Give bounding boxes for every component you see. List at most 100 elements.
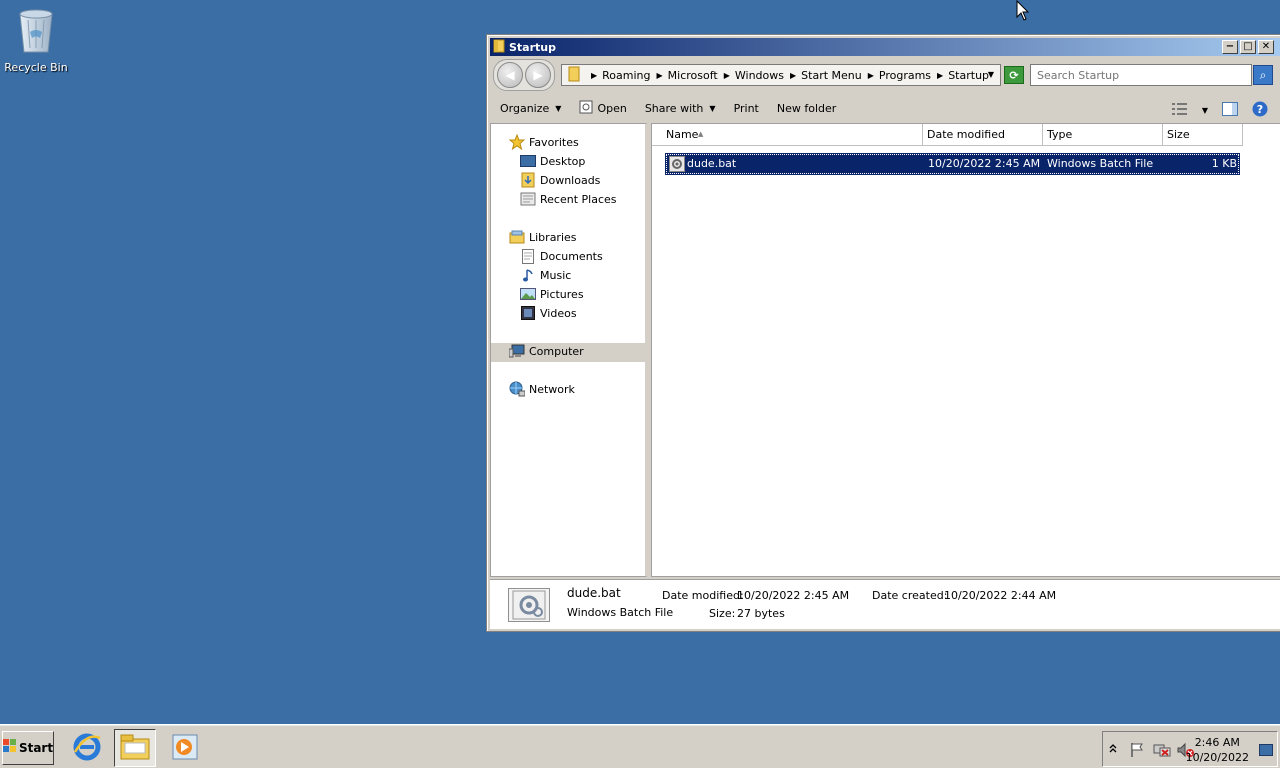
open-button[interactable]: Open [579, 100, 627, 117]
taskbar-windows-explorer[interactable] [114, 729, 156, 767]
nav-item-network[interactable]: Network [509, 381, 575, 397]
address-bar[interactable]: ▶ Roaming ▶ Microsoft ▶ Windows ▶ Start Menu… [561, 64, 1001, 86]
details-date-created: 10/20/2022 2:44 AM [944, 589, 1057, 602]
search-button[interactable]: ⌕ [1253, 65, 1273, 85]
chevron-down-icon: ▼ [555, 103, 562, 113]
view-options-icon[interactable] [1171, 103, 1188, 118]
close-button[interactable]: ✕ [1258, 40, 1274, 54]
nav-item-pictures[interactable]: Pictures [520, 287, 584, 301]
desktop-icon-recycle-bin[interactable]: Recycle Bin [4, 6, 68, 74]
forward-button[interactable]: ▶ [525, 62, 551, 88]
command-bar: Organize ▼ Open Share with ▼ Print New fol… [490, 93, 1280, 123]
refresh-button[interactable]: ⟳ [1004, 66, 1024, 84]
batch-file-icon [508, 588, 550, 622]
taskbar-media-player[interactable] [164, 729, 206, 767]
show-desktop-icon[interactable] [1259, 744, 1273, 759]
taskbar-internet-explorer[interactable] [66, 729, 108, 767]
breadcrumb-label: Programs [878, 68, 932, 82]
column-header-date-modified[interactable]: Date modified [923, 124, 1043, 146]
share-with-button[interactable]: Share with ▼ [645, 102, 716, 115]
breadcrumb-start-menu[interactable]: ▶ Start Menu [787, 69, 865, 82]
breadcrumb-microsoft[interactable]: ▶ Microsoft [654, 69, 721, 82]
nav-item-desktop[interactable]: Desktop [520, 154, 585, 168]
mouse-cursor-icon [1016, 0, 1030, 25]
view-dropdown-icon[interactable]: ▼ [1202, 106, 1208, 115]
maximize-button[interactable]: □ [1240, 40, 1256, 54]
file-date-modified: 10/20/2022 2:45 AM [928, 157, 1041, 170]
breadcrumb-separator-icon: ▶ [656, 70, 663, 80]
column-header-name[interactable]: Name ▲ [652, 124, 923, 146]
clock-date: 10/20/2022 [1185, 751, 1249, 764]
breadcrumb-startup[interactable]: ▶ Startup [934, 69, 992, 82]
breadcrumb-label: Microsoft [667, 68, 718, 82]
column-header-label: Type [1047, 128, 1073, 141]
details-file-type: Windows Batch File [567, 606, 674, 619]
back-button[interactable]: ◀ [497, 62, 523, 88]
windows-explorer-icon [119, 733, 151, 764]
nav-label: Downloads [540, 173, 601, 187]
preview-pane-icon[interactable] [1222, 102, 1238, 119]
column-header-size[interactable]: Size [1163, 124, 1243, 146]
refresh-icon: ⟳ [1009, 68, 1019, 82]
file-type: Windows Batch File [1047, 157, 1154, 170]
forward-arrow-icon: ▶ [533, 68, 543, 82]
svg-text:?: ? [1257, 103, 1263, 116]
open-label: Open [597, 101, 627, 115]
title-bar[interactable]: Startup − □ ✕ [490, 38, 1280, 56]
print-button[interactable]: Print [734, 102, 759, 115]
breadcrumb-programs[interactable]: ▶ Programs [865, 69, 934, 82]
nav-item-recent-places[interactable]: Recent Places [520, 192, 617, 206]
details-file-name: dude.bat [567, 586, 621, 600]
print-label: Print [733, 101, 759, 115]
column-header-label: Size [1167, 128, 1190, 141]
nav-label: Documents [540, 249, 603, 263]
breadcrumb-windows[interactable]: ▶ Windows [721, 69, 787, 82]
explorer-window: Startup − □ ✕ ◀ ▶ ▶ Roaming ▶ Microsoft ▶ W… [486, 34, 1280, 632]
clock-time: 2:46 AM [1194, 736, 1240, 749]
pictures-icon [520, 287, 536, 301]
open-icon [579, 100, 593, 117]
system-tray: 2:46 AM 10/20/2022 [1102, 731, 1278, 767]
breadcrumb-label: Start Menu [801, 68, 862, 82]
show-hidden-icons-chevron-icon[interactable] [1109, 742, 1117, 756]
details-date-modified-label: Date modified: [662, 589, 744, 602]
nav-item-favorites[interactable]: Favorites [509, 134, 579, 150]
nav-item-videos[interactable]: Videos [520, 306, 577, 320]
windows-logo-icon [2, 739, 17, 757]
star-icon [509, 134, 525, 150]
minimize-button[interactable]: − [1222, 40, 1238, 54]
search-icon: ⌕ [1259, 67, 1267, 82]
column-header-type[interactable]: Type [1043, 124, 1163, 146]
nav-label: Favorites [529, 135, 579, 149]
start-label: Start [18, 741, 54, 755]
back-arrow-icon: ◀ [505, 68, 515, 82]
breadcrumb-roaming[interactable]: ▶ Roaming [588, 69, 654, 82]
file-row[interactable]: dude.bat 10/20/2022 2:45 AM Windows Batc… [665, 153, 1240, 175]
file-name: dude.bat [687, 157, 737, 170]
nav-label: Computer [529, 344, 584, 358]
desktop-icon [520, 154, 536, 168]
nav-item-libraries[interactable]: Libraries [509, 230, 577, 244]
nav-item-documents[interactable]: Documents [520, 248, 603, 264]
help-icon[interactable]: ? [1252, 101, 1268, 120]
network-status-icon[interactable] [1153, 742, 1171, 761]
nav-label: Network [529, 382, 575, 396]
documents-icon [520, 248, 536, 264]
organize-button[interactable]: Organize ▼ [500, 102, 561, 115]
new-folder-button[interactable]: New folder [777, 102, 836, 115]
file-size: 1 KB [1211, 157, 1237, 170]
breadcrumb-separator-icon: ▶ [937, 70, 944, 80]
search-input[interactable] [1030, 64, 1252, 86]
action-center-flag-icon[interactable] [1129, 742, 1145, 761]
address-dropdown-icon[interactable]: ▼ [988, 70, 994, 79]
details-pane: dude.bat Windows Batch File Date modifie… [490, 579, 1280, 629]
address-row: ◀ ▶ ▶ Roaming ▶ Microsoft ▶ Windows ▶ Start … [490, 59, 1280, 91]
nav-item-music[interactable]: Music [520, 268, 571, 282]
nav-item-downloads[interactable]: Downloads [520, 172, 601, 188]
start-button[interactable]: Start [2, 731, 54, 765]
breadcrumb-separator-icon: ▶ [867, 70, 874, 80]
clock[interactable]: 2:46 AM 10/20/2022 [1186, 735, 1249, 765]
column-header-label: Name [666, 128, 699, 141]
breadcrumb-label: Roaming [602, 68, 651, 82]
nav-item-computer[interactable]: Computer [509, 344, 584, 358]
